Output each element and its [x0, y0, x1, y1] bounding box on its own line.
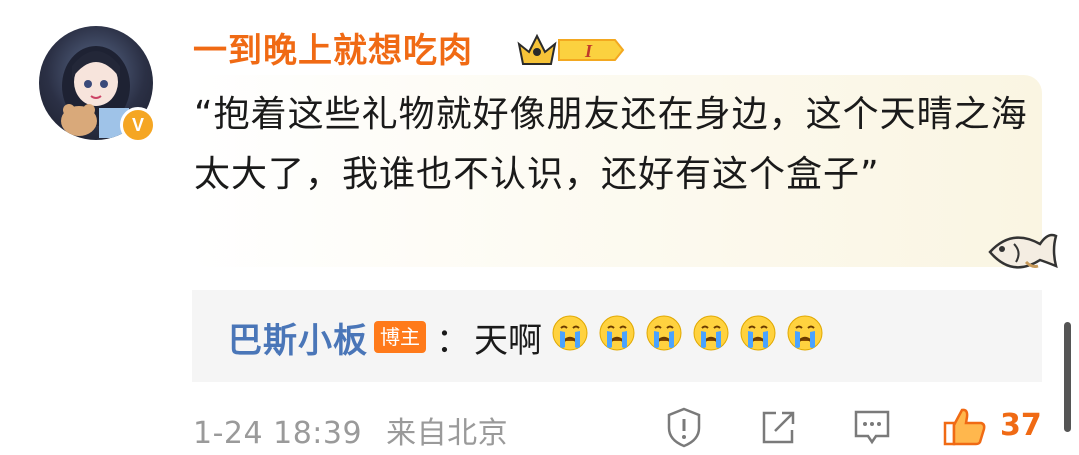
like-count: 37 — [1000, 408, 1042, 443]
comment-location: 来自北京 — [386, 416, 509, 451]
crown-badge-icon[interactable]: I — [515, 30, 625, 70]
reply-line: 巴斯小板 博主 ： 天啊 — [228, 312, 824, 362]
emoji-row — [542, 314, 824, 361]
comment-meta: 1-24 18:39 来自北京 — [193, 408, 508, 452]
fish-decoration-icon — [988, 233, 1058, 269]
crying-face-icon — [599, 315, 635, 350]
comment-username[interactable]: 一到晚上就想吃肉 — [193, 28, 473, 74]
svg-text:I: I — [584, 41, 593, 61]
crying-face-icon — [787, 315, 823, 350]
reply-username[interactable]: 巴斯小板 — [228, 313, 368, 362]
reply-text: 天啊 — [474, 320, 542, 361]
comment-text: “抱着这些礼物就好像朋友还在身边，这个天晴之海太大了，我谁也不认识，还好有这个盒… — [194, 94, 1028, 195]
reply-colon: ： — [436, 320, 470, 361]
blogger-tag: 博主 — [374, 321, 426, 353]
crying-face-icon — [693, 315, 729, 350]
verified-icon: V — [120, 107, 156, 143]
comment-time: 1-24 18:39 — [193, 416, 363, 451]
comment-icon[interactable] — [852, 406, 892, 448]
report-icon[interactable] — [664, 406, 704, 448]
crying-face-icon — [552, 315, 588, 350]
scrollbar-thumb[interactable] — [1064, 322, 1071, 432]
crying-face-icon — [740, 315, 776, 350]
like-icon[interactable] — [942, 406, 988, 448]
crying-face-icon — [646, 315, 682, 350]
share-icon[interactable] — [758, 406, 798, 448]
